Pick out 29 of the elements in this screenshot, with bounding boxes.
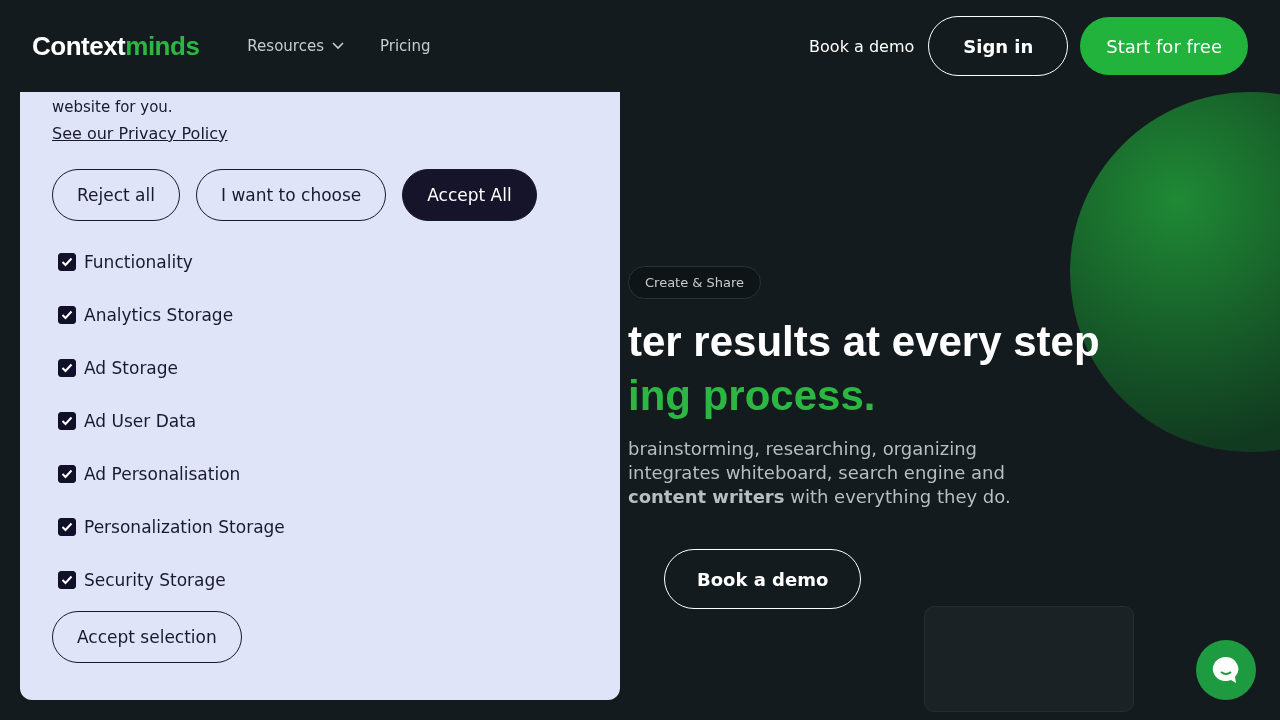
sign-in-button[interactable]: Sign in bbox=[928, 16, 1069, 76]
privacy-policy-link[interactable]: See our Privacy Policy bbox=[52, 124, 228, 143]
checkbox[interactable] bbox=[58, 412, 76, 430]
checkbox-label: Functionality bbox=[84, 251, 193, 273]
logo[interactable]: Contextminds bbox=[32, 30, 200, 62]
hero-description: brainstorming, researching, organizing bbox=[628, 437, 977, 461]
checkbox[interactable] bbox=[58, 359, 76, 377]
hero-description: content writers with everything they do. bbox=[628, 485, 1011, 509]
consent-text: website for you. bbox=[52, 98, 173, 116]
nav-link[interactable]: Pricing bbox=[379, 37, 431, 55]
consent-button[interactable]: Accept All bbox=[402, 169, 537, 221]
hero-heading: ing process. bbox=[628, 371, 876, 421]
book-demo-link[interactable]: Book a demo bbox=[809, 36, 915, 56]
nav-link[interactable]: Resources bbox=[247, 37, 344, 55]
checkbox-label: Analytics Storage bbox=[84, 304, 234, 326]
checkbox-label: Security Storage bbox=[84, 569, 226, 591]
hero-description: integrates whiteboard, search engine and bbox=[628, 461, 1005, 485]
checkbox-label: Ad Storage bbox=[84, 357, 179, 379]
checkbox[interactable] bbox=[58, 253, 76, 271]
checkbox[interactable] bbox=[58, 518, 76, 536]
chat-button[interactable] bbox=[1196, 640, 1256, 700]
tag-pill: Create & Share bbox=[628, 266, 762, 299]
checkbox[interactable] bbox=[58, 306, 76, 324]
checkbox[interactable] bbox=[58, 571, 76, 589]
checkbox-label: Ad Personalisation bbox=[84, 463, 241, 485]
checkbox[interactable] bbox=[58, 465, 76, 483]
hero-heading: ter results at every step bbox=[628, 317, 1100, 367]
checkbox-label: Ad User Data bbox=[84, 410, 197, 432]
checkbox-label: Personalization Storage bbox=[84, 516, 285, 538]
